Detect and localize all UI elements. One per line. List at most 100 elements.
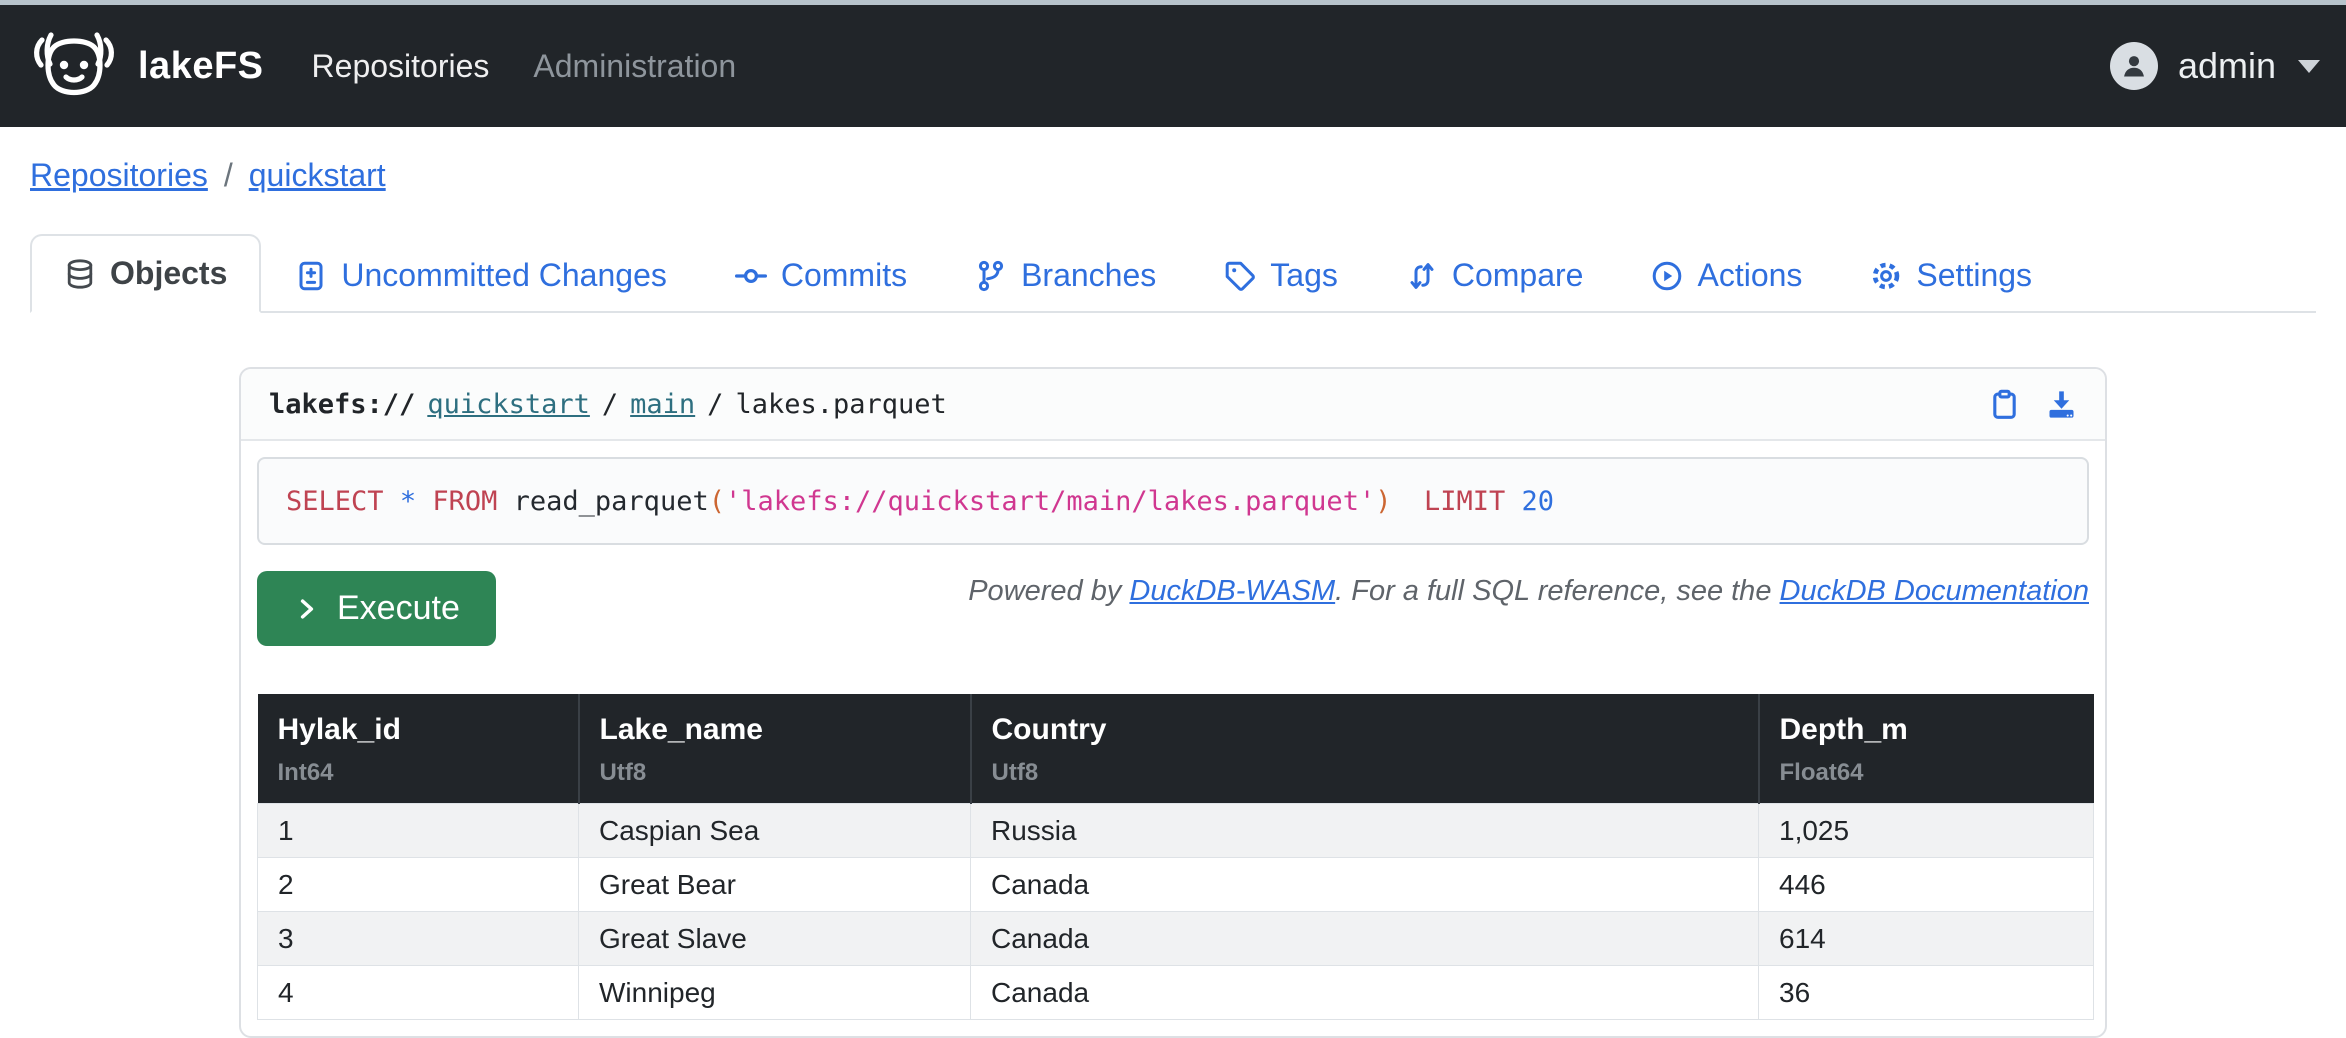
column-type: Int64 — [278, 758, 558, 787]
tab-label: Uncommitted Changes — [341, 257, 666, 294]
table-cell: Canada — [971, 858, 1759, 912]
navbar-links: Repositories Administration — [312, 48, 737, 85]
clipboard-icon — [1989, 389, 2020, 420]
duckdb-wasm-link[interactable]: DuckDB-WASM — [1129, 575, 1335, 607]
tab-compare[interactable]: Compare — [1372, 236, 1618, 313]
object-path-bar: lakefs:// quickstart / main / lakes.parq… — [241, 369, 2105, 441]
column-name: Depth_m — [1780, 712, 2074, 748]
powered-by-text: . For a full SQL reference, see the — [1335, 575, 1779, 607]
path-separator: / — [707, 389, 723, 420]
tab-uncommitted-changes[interactable]: Uncommitted Changes — [261, 236, 700, 313]
breadcrumb-separator: / — [224, 157, 233, 194]
path-repo-link[interactable]: quickstart — [427, 389, 590, 420]
download-icon — [2046, 389, 2077, 420]
column-name: Lake_name — [600, 712, 950, 748]
path-separator: / — [602, 389, 618, 420]
sql-token — [1391, 486, 1424, 517]
download-object-button[interactable] — [2046, 389, 2077, 420]
sql-token: * — [400, 486, 416, 517]
caret-down-icon — [2298, 60, 2320, 73]
column-type: Float64 — [1780, 758, 2074, 787]
column-name: Hylak_id — [278, 712, 558, 748]
table-cell: 1 — [258, 804, 579, 858]
results-table-body: 1Caspian SeaRussia1,0252Great BearCanada… — [258, 804, 2094, 1020]
results-table: Hylak_id Int64 Lake_name Utf8 Country Ut… — [257, 694, 2094, 1020]
user-name: admin — [2178, 45, 2276, 87]
person-icon — [2119, 51, 2149, 81]
sql-editor[interactable]: SELECT * FROM read_parquet('lakefs://qui… — [257, 457, 2089, 545]
sql-token: read_parquet — [514, 486, 709, 517]
avatar — [2110, 42, 2158, 90]
sql-token: FROM — [432, 486, 497, 517]
play-circle-icon — [1651, 260, 1683, 292]
commit-icon — [735, 260, 767, 292]
sql-token — [1505, 486, 1521, 517]
sql-token — [384, 486, 400, 517]
sql-token — [497, 486, 513, 517]
lakefs-logo[interactable]: lakeFS — [26, 26, 264, 106]
table-cell: Canada — [971, 966, 1759, 1020]
table-cell: Winnipeg — [579, 966, 971, 1020]
column-header: Hylak_id Int64 — [258, 694, 579, 804]
nav-item-administration[interactable]: Administration — [533, 48, 736, 85]
table-cell: Great Bear — [579, 858, 971, 912]
table-cell: Great Slave — [579, 912, 971, 966]
column-type: Utf8 — [600, 758, 950, 787]
table-cell: 3 — [258, 912, 579, 966]
path-branch-link[interactable]: main — [630, 389, 695, 420]
top-navbar: lakeFS Repositories Administration admin — [0, 5, 2346, 127]
nav-item-repositories[interactable]: Repositories — [312, 48, 490, 85]
duckdb-docs-link[interactable]: DuckDB Documentation — [1780, 575, 2089, 607]
chevron-right-icon — [293, 595, 321, 623]
database-icon — [64, 258, 96, 290]
sql-token: ) — [1375, 486, 1391, 517]
path-scheme: lakefs:// — [269, 389, 415, 420]
powered-by-note: Powered by DuckDB-WASM. For a full SQL r… — [968, 575, 2089, 608]
execute-button[interactable]: Execute — [257, 571, 496, 646]
object-viewer-card: lakefs:// quickstart / main / lakes.parq… — [239, 367, 2107, 1038]
tab-label: Commits — [781, 257, 907, 294]
table-cell: 446 — [1759, 858, 2094, 912]
tab-branches[interactable]: Branches — [941, 236, 1190, 313]
file-diff-icon — [295, 260, 327, 292]
column-name: Country — [992, 712, 1738, 748]
table-cell: 36 — [1759, 966, 2094, 1020]
sql-token: SELECT — [286, 486, 384, 517]
sql-token — [416, 486, 432, 517]
sql-token: 'lakefs://quickstart/main/lakes.parquet' — [725, 486, 1375, 517]
sql-token: LIMIT — [1424, 486, 1505, 517]
tab-label: Objects — [110, 255, 227, 292]
tag-icon — [1224, 260, 1256, 292]
table-cell: 2 — [258, 858, 579, 912]
table-row: 1Caspian SeaRussia1,025 — [258, 804, 2094, 858]
tab-tags[interactable]: Tags — [1190, 236, 1372, 313]
results-table-header: Hylak_id Int64 Lake_name Utf8 Country Ut… — [258, 694, 2094, 804]
object-actions — [1989, 389, 2077, 420]
table-row: 4WinnipegCanada36 — [258, 966, 2094, 1020]
table-cell: Russia — [971, 804, 1759, 858]
tab-label: Tags — [1270, 257, 1338, 294]
compare-icon — [1406, 260, 1438, 292]
user-menu[interactable]: admin — [2110, 42, 2320, 90]
table-cell: 1,025 — [1759, 804, 2094, 858]
repository-tabs: Objects Uncommitted Changes Commits — [30, 234, 2316, 313]
table-cell: Canada — [971, 912, 1759, 966]
tab-label: Actions — [1697, 257, 1802, 294]
table-row: 2Great BearCanada446 — [258, 858, 2094, 912]
breadcrumb-repositories[interactable]: Repositories — [30, 157, 208, 194]
breadcrumb-quickstart[interactable]: quickstart — [249, 157, 386, 194]
column-header: Lake_name Utf8 — [579, 694, 971, 804]
column-header: Country Utf8 — [971, 694, 1759, 804]
table-cell: Caspian Sea — [579, 804, 971, 858]
powered-by-text: Powered by — [968, 575, 1129, 607]
copy-path-button[interactable] — [1989, 389, 2020, 420]
axolotl-icon — [26, 26, 122, 106]
query-actions-row: Execute Powered by DuckDB-WASM. For a fu… — [257, 571, 2089, 646]
breadcrumb: Repositories / quickstart — [30, 157, 2346, 194]
execute-label: Execute — [337, 589, 460, 628]
tab-actions[interactable]: Actions — [1617, 236, 1836, 313]
tab-settings[interactable]: Settings — [1836, 236, 2066, 313]
tab-objects[interactable]: Objects — [30, 234, 261, 313]
tab-commits[interactable]: Commits — [701, 236, 941, 313]
path-file-name: lakes.parquet — [735, 389, 946, 420]
